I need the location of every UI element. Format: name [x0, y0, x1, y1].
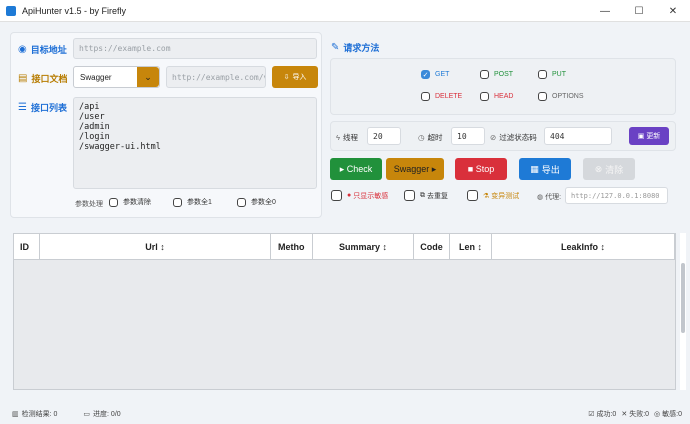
export-icon: ▦: [530, 163, 539, 174]
sensitive-only-checkbox[interactable]: ● 只显示敏感: [331, 190, 388, 201]
clear-button[interactable]: ⊗ 清除: [583, 158, 635, 180]
title-bar: ApiHunter v1.5 - by Firefly — ☐ ✕: [0, 0, 690, 22]
results-icon: ▥: [12, 411, 19, 418]
save-icon: ▣: [637, 133, 645, 140]
sensitive-icon: ◎: [654, 411, 661, 418]
ban-icon: ⊘: [490, 133, 497, 142]
api-list-textarea[interactable]: /api /user /admin /login /swagger-ui.htm…: [73, 97, 317, 189]
progress-icon: ▭: [83, 411, 91, 418]
list-label: ☰ 接口列表: [18, 102, 67, 113]
col-len[interactable]: Len ↕: [450, 234, 492, 260]
col-url[interactable]: Url ↕: [40, 234, 271, 260]
maximize-button[interactable]: ☐: [622, 0, 656, 22]
method-delete-checkbox[interactable]: DELETE: [421, 92, 462, 101]
doc-url-input[interactable]: http://example.com/v: [166, 66, 266, 88]
globe-icon: ◍: [537, 194, 544, 201]
pencil-icon: ✎: [331, 42, 340, 53]
col-code[interactable]: Code: [414, 234, 450, 260]
col-method[interactable]: Metho: [271, 234, 313, 260]
globe-icon: ◉: [18, 44, 27, 55]
chevron-down-icon[interactable]: ⌄: [137, 67, 159, 87]
doc-type-select[interactable]: Swagger ⌄: [73, 66, 160, 88]
doc-label: ▤ 接口文档: [18, 73, 68, 84]
alert-icon: ●: [347, 192, 352, 199]
results-count: 检测结果: 0: [21, 411, 58, 418]
thread-input[interactable]: 20: [367, 127, 401, 145]
proxy-input[interactable]: http://127.0.0.1:8080: [565, 187, 668, 204]
sensitive-count: 敏感:0: [662, 411, 682, 418]
params-label: 参数处理: [75, 201, 103, 208]
list-icon: ☰: [18, 102, 27, 113]
progress-count: 进度: 0/0: [93, 411, 121, 418]
close-button[interactable]: ✕: [656, 0, 690, 22]
fail-count: 失败:0: [629, 411, 650, 418]
results-table[interactable]: ID Url ↕ Metho Summary ↕ Code Len ↕ Leak…: [13, 233, 676, 390]
method-options-checkbox[interactable]: OPTIONS: [538, 92, 584, 101]
import-button[interactable]: ⇩ 导入: [272, 66, 318, 88]
method-post-checkbox[interactable]: POST: [480, 70, 513, 79]
window-controls: — ☐ ✕: [588, 0, 690, 22]
thread-label: ϟ 线程: [336, 133, 358, 142]
col-id[interactable]: ID: [14, 234, 40, 260]
method-put-checkbox[interactable]: PUT: [538, 70, 566, 79]
dedupe-checkbox[interactable]: ⧉ 去重复: [404, 190, 448, 201]
flask-icon: ⚗: [483, 192, 490, 200]
filter-status-input[interactable]: 404: [544, 127, 612, 145]
method-get-checkbox[interactable]: ✓ GET: [421, 70, 449, 79]
proxy-label: ◍ 代理:: [537, 194, 562, 201]
update-button[interactable]: ▣ 更新: [629, 127, 669, 145]
copy-icon: ⧉: [420, 191, 425, 199]
fail-icon: ✕: [621, 411, 628, 418]
bolt-icon: ϟ: [336, 133, 340, 142]
param-all-one-checkbox[interactable]: 参数全1: [173, 197, 212, 207]
method-panel: [330, 58, 676, 115]
target-label: ◉ 目标地址: [18, 44, 67, 55]
col-leakinfo[interactable]: LeakInfo ↕: [492, 234, 675, 260]
status-bar: ▥ 检测结果: 0 ▭ 进度: 0/0 ☑ 成功:0 ✕ 失败:0 ◎ 敏感:0: [0, 404, 690, 424]
folder-icon: ▤: [18, 73, 28, 84]
col-summary[interactable]: Summary ↕: [313, 234, 414, 260]
mutate-checkbox[interactable]: ⚗ 变异测试: [467, 190, 519, 201]
param-clear-checkbox[interactable]: 参数清除: [109, 197, 151, 207]
vertical-scrollbar[interactable]: [680, 233, 686, 390]
timeout-label: ◷ 超时: [418, 133, 443, 142]
target-url-input[interactable]: https://example.com: [73, 38, 317, 59]
param-all-zero-checkbox[interactable]: 参数全0: [237, 197, 276, 207]
export-button[interactable]: ▦ 导出: [519, 158, 571, 180]
timeout-input[interactable]: 10: [451, 127, 485, 145]
method-label: ✎ 请求方法: [331, 42, 380, 53]
clock-icon: ◷: [418, 133, 425, 142]
stop-button[interactable]: ■ Stop: [455, 158, 507, 180]
check-button[interactable]: ▸ Check: [330, 158, 382, 180]
import-icon: ⇩: [283, 74, 290, 81]
clear-icon: ⊗: [594, 163, 603, 174]
app-logo-icon: [6, 5, 16, 16]
swagger-button[interactable]: Swagger ▸: [386, 158, 444, 180]
filter-label: ⊘ 过滤状态码: [490, 133, 537, 142]
window-title: ApiHunter v1.5 - by Firefly: [22, 5, 127, 16]
method-head-checkbox[interactable]: HEAD: [480, 92, 513, 101]
minimize-button[interactable]: —: [588, 0, 622, 22]
success-count: 成功:0: [596, 411, 617, 418]
success-icon: ☑: [588, 411, 595, 418]
table-header: ID Url ↕ Metho Summary ↕ Code Len ↕ Leak…: [14, 234, 675, 260]
scrollbar-thumb[interactable]: [681, 263, 685, 333]
